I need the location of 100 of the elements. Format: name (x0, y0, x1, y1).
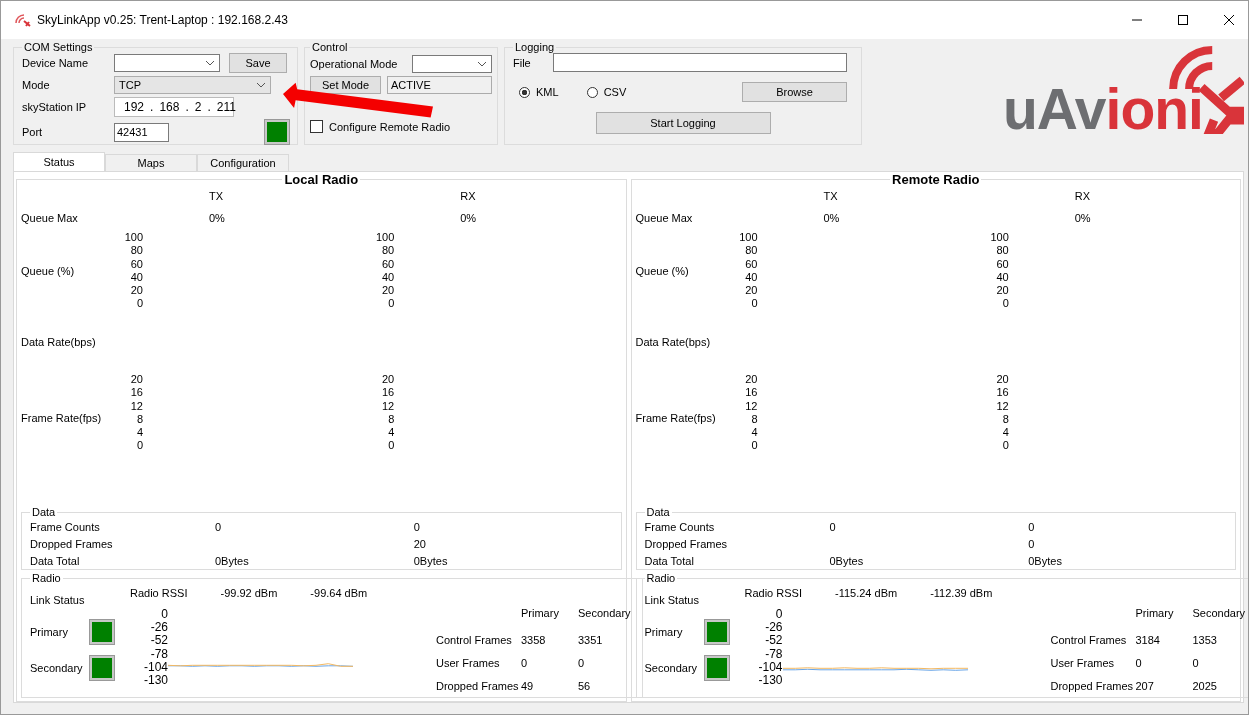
axis-ticks: 20 16 12 8 4 0 (129, 373, 143, 453)
start-logging-button[interactable]: Start Logging (595, 112, 771, 134)
field-label: Device Name (22, 57, 90, 69)
axis-ticks: 0 -26 -52 -78 -104 -130 (142, 608, 168, 688)
table-cell-text: 0Bytes (215, 554, 250, 567)
table-cell-text: 0 (1028, 520, 1036, 533)
row-label: Queue (%) (21, 265, 76, 277)
column-header: Primary (521, 607, 560, 619)
group-title: Local Radio (283, 172, 360, 187)
row-label: Frame Rate(fps) (21, 412, 103, 424)
row-label: User Frames (1050, 656, 1116, 669)
table-cell-text: 49 (521, 679, 535, 692)
axis-ticks: 20 16 12 8 4 0 (995, 373, 1009, 453)
field-label: File (513, 56, 531, 69)
port-field[interactable]: 42431 (114, 122, 169, 142)
radio-button[interactable] (586, 86, 598, 98)
row-label: Primary (30, 626, 68, 638)
queue-max-value: 0% (1073, 212, 1092, 224)
group-title: Radio (31, 572, 62, 584)
browse-button[interactable]: Browse (742, 82, 847, 102)
mode-status-field: ACTIVE (387, 76, 492, 94)
radio-label: KML (536, 86, 559, 98)
group-title: Data (31, 506, 57, 518)
column-header: Secondary (1192, 607, 1247, 619)
caret-icon (477, 61, 487, 67)
set-mode-button[interactable]: Set Mode (310, 76, 381, 94)
logo-text: uAvioni (1003, 81, 1203, 138)
row-label: Dropped Frames (30, 537, 114, 550)
save-button[interactable]: Save (229, 53, 287, 73)
row-label: Queue Max (21, 212, 79, 224)
table-cell-text: 1353 (1192, 633, 1218, 646)
tab[interactable]: Configuration (197, 154, 289, 171)
row-label: Control Frames (436, 633, 513, 646)
row-label: Secondary (30, 662, 83, 674)
column-header: RX (459, 190, 477, 202)
field-label: Operational Mode (310, 58, 398, 70)
tab[interactable]: Status (13, 152, 105, 171)
checkbox[interactable] (310, 120, 323, 133)
group-title: Logging (514, 41, 556, 53)
caret-icon (256, 82, 266, 88)
column-header: TX (822, 190, 839, 202)
row-label: Dropped Frames (436, 679, 520, 692)
table-cell-text: 0 (1028, 537, 1036, 550)
column-header: TX (208, 190, 225, 202)
row-label: Secondary (644, 662, 698, 674)
row-label: Frame Counts (644, 520, 716, 533)
table-cell-text: 0 (578, 656, 586, 669)
table-cell-text: 0 (521, 656, 529, 669)
table-cell-text: 3351 (578, 633, 604, 646)
device-name-dropdown[interactable] (114, 54, 220, 72)
radio-label: CSV (603, 86, 627, 98)
mode-dropdown[interactable]: TCP (114, 76, 271, 94)
table-cell-text: 20 (413, 537, 427, 550)
tab[interactable]: Maps (105, 154, 197, 171)
axis-ticks: 100 80 60 40 20 0 (374, 231, 395, 311)
rssi-value: -99.92 dBm (220, 587, 278, 599)
window-title: SkyLinkApp v0.25: Trent-Laptop : 192.168.2.43 (37, 13, 288, 27)
axis-ticks: 100 80 60 40 20 0 (738, 231, 758, 311)
group-title: Radio (645, 572, 677, 584)
table-cell-text: 0 (829, 520, 837, 533)
row-label: Data Total (30, 554, 81, 567)
caret-icon (205, 60, 215, 66)
row-label: Dropped Frames (644, 537, 729, 550)
maximize-icon[interactable] (1178, 15, 1188, 25)
table-cell-text: 0Bytes (1028, 554, 1063, 567)
row-label: Data Total (644, 554, 695, 567)
ip-address-field[interactable]: 192 . 168 . 2 . 211 (114, 97, 234, 117)
table-cell-text: 0 (1135, 656, 1143, 669)
queue-max-value: 0% (459, 212, 478, 224)
table-cell-text: 0Bytes (829, 554, 865, 567)
rssi-value: -115.24 dBm (835, 587, 898, 599)
table-cell-text: 3184 (1135, 633, 1161, 646)
row-label: Data Rate(bps) (635, 336, 712, 348)
group-title: Data (645, 506, 671, 518)
row-label: Link Status (30, 594, 86, 606)
column-header: RX (1073, 190, 1092, 202)
table-cell-text: 3358 (521, 633, 547, 646)
queue-max-value: 0% (208, 212, 226, 224)
table-cell-text: 207 (1135, 679, 1155, 692)
close-icon[interactable] (1224, 15, 1234, 25)
rssi-value: -112.39 dBm (930, 587, 993, 599)
row-label: Data Rate(bps) (21, 336, 97, 348)
row-label: Radio RSSI (130, 587, 188, 599)
field-label: skyStation IP (22, 101, 88, 113)
table-cell-text: 0Bytes (413, 554, 449, 567)
field-label: Mode (22, 79, 51, 91)
table-cell-text: 0 (413, 520, 421, 533)
column-header: Primary (1135, 607, 1175, 619)
row-label: Control Frames (1050, 633, 1128, 646)
operational-mode-dropdown[interactable] (412, 55, 492, 73)
table-cell-text: 0 (1192, 656, 1200, 669)
row-label: Frame Counts (30, 520, 101, 533)
group-title: Remote Radio (891, 172, 981, 187)
group-title: Control (311, 41, 349, 53)
radio-button[interactable] (519, 86, 530, 98)
app-icon (15, 13, 31, 27)
axis-ticks: 0 -26 -52 -78 -104 -130 (757, 608, 783, 688)
table-cell-text: 2025 (1192, 679, 1218, 692)
row-label: Frame Rate(fps) (635, 412, 717, 424)
file-field[interactable] (552, 53, 847, 72)
